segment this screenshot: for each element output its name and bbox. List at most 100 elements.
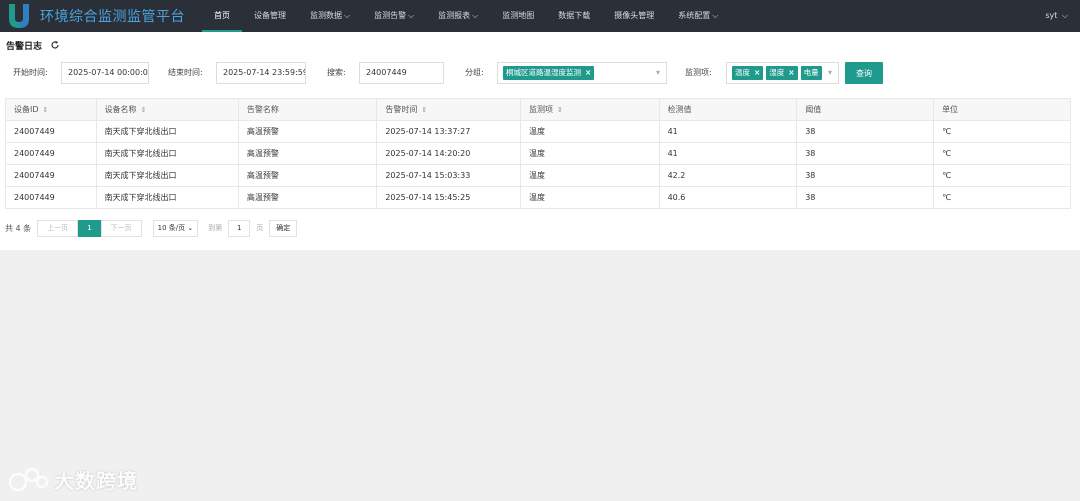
sort-icon[interactable]: ⇕ [43,106,49,114]
table-row[interactable]: 24007449 南天成下穿北线出口 高温预警 2025-07-14 15:45:25… [5,186,1071,209]
table-cell: 高温预警 [237,120,378,143]
table-row[interactable]: 24007449 南天成下穿北线出口 高温预警 2025-07-14 15:03:33… [5,164,1071,187]
prev-page-button[interactable]: 上一页 [37,219,79,237]
refresh-icon[interactable] [50,40,60,50]
item-tag-label: 湿度 [769,68,785,77]
end-time-label: 结束时间: [168,68,203,77]
app-title: 环境综合监测监管平台 [40,9,185,25]
column-header-label: 监测项 [528,105,553,114]
chevron-down-icon: ⌵ [408,11,415,20]
table-cell: ℃ [933,164,1071,187]
start-time-input[interactable]: 2025-07-14 00:00:00 [61,62,149,84]
group-select[interactable]: 桐城区道路温湿度监测 × ▾ [497,62,667,84]
table-cell: 2025-07-14 13:37:27 [376,120,521,143]
nav-item-label: 监测地图 [502,11,535,20]
close-icon[interactable]: × [754,68,760,77]
top-navbar: 环境综合监测监管平台 首页 设备管理 监测数据 ⌵ 监测告警 ⌵ 监测报表 ⌵ 监测地图 数据下载… [0,0,1080,32]
sort-icon[interactable]: ⇕ [557,106,563,114]
page-size-label: 10 条/页 [157,223,186,232]
table-cell: 40.6 [658,186,798,209]
nav-item-7[interactable]: 摄像头管理 [602,0,666,32]
nav-item-6[interactable]: 数据下载 [546,0,602,32]
page-button-current[interactable]: 1 [78,219,101,237]
watermark-text: 大数跨境 [54,469,138,493]
item-tag-temperature[interactable]: 温度 × [732,66,764,80]
table-cell: ℃ [933,120,1071,143]
chevron-down-icon: ⌵ [1059,11,1068,20]
nav-item-8[interactable]: 系统配置 ⌵ [666,0,730,32]
table-cell: 南天成下穿北线出口 [95,142,239,165]
table-cell: 38 [796,142,935,165]
column-header-label: 告警时间 [385,105,418,114]
table-cell: 南天成下穿北线出口 [95,120,239,143]
alarm-log-table: 设备ID ⇕ 设备名称 ⇕ 告警名称 告警时间 ⇕ 监测项 ⇕ 检测值 阈值 单位 24007449 南… [5,98,1071,209]
column-header[interactable]: 设备ID ⇕ [5,98,97,121]
table-cell: 38 [796,164,935,187]
column-header: 阈值 [796,98,935,121]
column-header[interactable]: 设备名称 ⇕ [95,98,239,121]
nav-item-0[interactable]: 首页 [202,0,242,32]
nav-item-label: 首页 [214,11,230,20]
column-header: 单位 [933,98,1071,121]
item-tag-battery[interactable]: 电量 [800,66,822,80]
column-header[interactable]: 告警时间 ⇕ [376,98,521,121]
nav-item-5[interactable]: 监测地图 [490,0,546,32]
next-page-button[interactable]: 下一页 [100,219,142,237]
group-tag[interactable]: 桐城区道路温湿度监测 × [503,66,595,80]
chevron-down-icon: ⌵ [712,11,719,20]
table-cell: 温度 [519,186,660,209]
watermark: 大数跨境 [8,465,138,494]
total-count: 共 4 条 [5,223,32,233]
table-cell: 高温预警 [237,186,378,209]
table-cell: 2025-07-14 14:20:20 [376,142,521,165]
close-icon[interactable]: × [585,68,591,77]
page-title: 告警日志 [6,41,43,52]
page-unit-label: 页 [256,224,264,232]
table-row[interactable]: 24007449 南天成下穿北线出口 高温预警 2025-07-14 13:37:27… [5,120,1071,143]
page-size-select[interactable]: 10 条/页 ⌄ [152,219,199,237]
table-cell: 24007449 [5,164,97,187]
monitor-item-select[interactable]: 温度 × 湿度 × 电量 ▾ [726,62,839,84]
nav-item-4[interactable]: 监测报表 ⌵ [426,0,490,32]
nav-item-2[interactable]: 监测数据 ⌵ [298,0,362,32]
column-header-label: 设备ID [14,105,39,114]
table-cell: 24007449 [5,186,97,209]
end-time-input[interactable]: 2025-07-14 23:59:59 [216,62,306,84]
goto-page-input[interactable]: 1 [228,219,251,237]
monitor-item-label: 监测项: [685,68,712,77]
item-tag-label: 电量 [803,68,819,77]
page-header: 告警日志 [6,38,60,52]
group-label: 分组: [465,68,484,77]
nav-item-label: 数据下载 [558,11,591,20]
nav-item-label: 设备管理 [254,11,286,20]
search-input[interactable]: 24007449 [359,62,444,84]
sort-icon[interactable]: ⇕ [141,106,147,114]
column-header-label: 设备名称 [104,105,137,114]
sort-icon[interactable]: ⇕ [421,106,427,114]
table-row[interactable]: 24007449 南天成下穿北线出口 高温预警 2025-07-14 14:20:20… [5,142,1071,165]
goto-label: 到第 [208,224,223,232]
column-header[interactable]: 监测项 ⇕ [519,98,660,121]
table-cell: 42.2 [658,164,798,187]
table-cell: 高温预警 [237,164,378,187]
nav-item-3[interactable]: 监测告警 ⌵ [362,0,426,32]
nav-item-1[interactable]: 设备管理 [242,0,298,32]
close-icon[interactable]: × [788,68,794,77]
table-cell: 温度 [519,142,660,165]
column-header-label: 检测值 [667,105,692,114]
chevron-down-icon: ▾ [827,68,832,77]
table-cell: 高温预警 [237,142,378,165]
table-header-row: 设备ID ⇕ 设备名称 ⇕ 告警名称 告警时间 ⇕ 监测项 ⇕ 检测值 阈值 单位 [5,98,1071,121]
table-cell: 温度 [519,120,660,143]
item-tag-label: 温度 [735,68,750,77]
start-time-label: 开始时间: [13,68,48,77]
column-header: 检测值 [658,98,798,121]
user-menu[interactable]: syt ⌵ [1045,0,1068,32]
query-button[interactable]: 查询 [845,62,883,84]
filter-bar: 开始时间: 2025-07-14 00:00:00 结束时间: 2025-07-… [0,62,1080,86]
nav-item-label: 监测告警 [374,11,407,20]
goto-confirm-button[interactable]: 确定 [269,219,298,237]
table-cell: 南天成下穿北线出口 [95,164,239,187]
table-cell: 38 [796,186,935,209]
item-tag-humidity[interactable]: 湿度 × [766,66,798,80]
